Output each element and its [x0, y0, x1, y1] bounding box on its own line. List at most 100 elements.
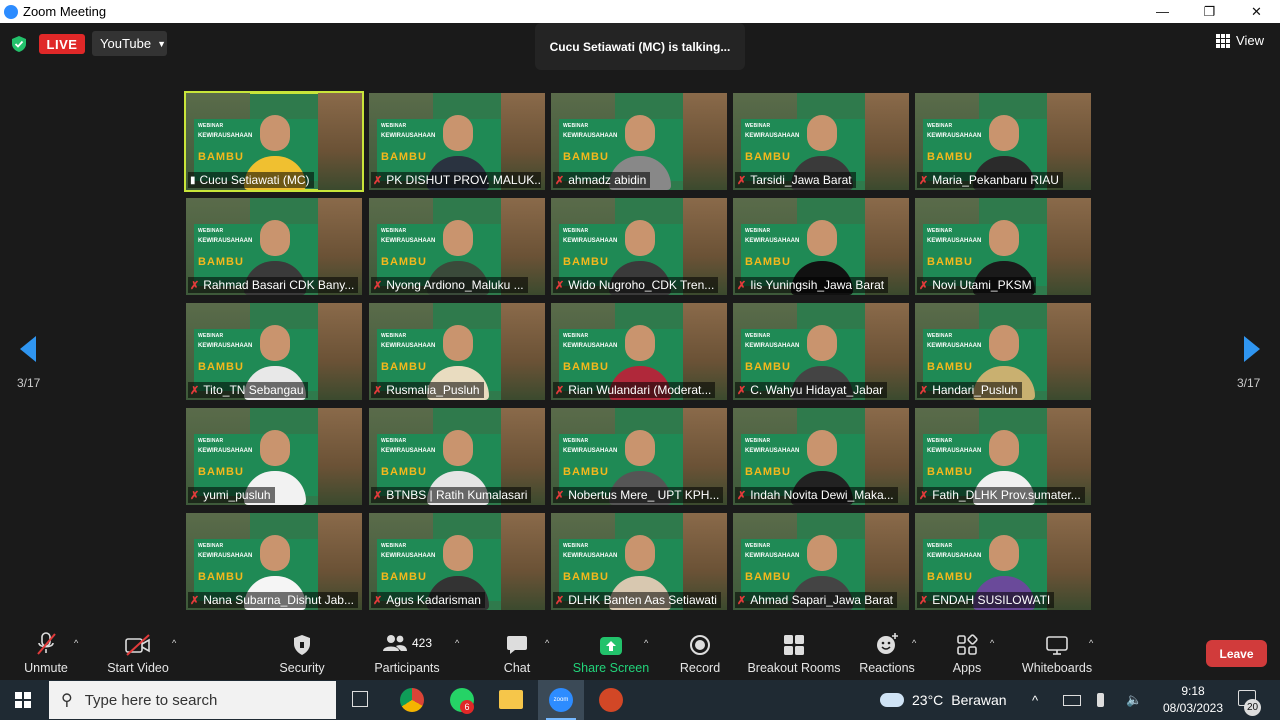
participants-chevron-icon[interactable]: ^	[455, 638, 459, 648]
participant-tile[interactable]: WEBINAR KEWIRAUSAHAAN BAMBU ✗ Ahmad Sapari_J…	[733, 513, 909, 610]
participant-tile[interactable]: WEBINAR KEWIRAUSAHAAN BAMBU ✗ Novi Utami_PKS…	[915, 198, 1091, 295]
notification-count: 20	[1244, 699, 1261, 716]
banner-big: BAMBU	[927, 151, 973, 163]
file-explorer-icon[interactable]	[499, 690, 523, 709]
share-screen-button[interactable]: Share Screen	[572, 630, 650, 680]
apps-chevron-icon[interactable]: ^	[990, 638, 994, 648]
system-clock[interactable]: 9:18 08/03/2023	[1150, 683, 1236, 717]
banner-small: WEBINAR	[381, 123, 407, 129]
participant-name: Iis Yuningsih_Jawa Barat	[750, 278, 885, 292]
banner-mid: KEWIRAUSAHAAN	[745, 238, 800, 244]
shield-check-icon[interactable]	[12, 36, 26, 52]
microphone-muted-icon: ✗	[919, 489, 929, 502]
participant-tile[interactable]: WEBINAR KEWIRAUSAHAAN BAMBU ✗ ENDAH SUSILOWA…	[915, 513, 1091, 610]
microphone-muted-icon: ✗	[737, 279, 747, 292]
participant-tile[interactable]: WEBINAR KEWIRAUSAHAAN BAMBU ▮ Cucu Setiawati…	[184, 91, 364, 192]
banner-small: WEBINAR	[927, 228, 953, 234]
leave-button[interactable]: Leave	[1206, 640, 1267, 667]
participant-tile[interactable]: WEBINAR KEWIRAUSAHAAN BAMBU ✗ Wido Nugroho_C…	[551, 198, 727, 295]
participants-button[interactable]: 423 Participants	[372, 630, 442, 680]
chat-chevron-icon[interactable]: ^	[545, 638, 549, 648]
participant-tile[interactable]: WEBINAR KEWIRAUSAHAAN BAMBU ✗ Rusmalia_Puslu…	[369, 303, 545, 400]
temperature: 23°C	[912, 692, 944, 708]
security-button[interactable]: Security	[277, 630, 327, 680]
speaker-icon[interactable]: 🔈	[1126, 680, 1142, 720]
participant-tile[interactable]: WEBINAR KEWIRAUSAHAAN BAMBU ✗ Nana Subarna_D…	[186, 513, 362, 610]
banner-mid: KEWIRAUSAHAAN	[198, 553, 253, 559]
participant-tile[interactable]: WEBINAR KEWIRAUSAHAAN BAMBU ✗ Indah Novita D…	[733, 408, 909, 505]
participant-tile[interactable]: WEBINAR KEWIRAUSAHAAN BAMBU ✗ Fatih_DLHK Pro…	[915, 408, 1091, 505]
reactions-chevron-icon[interactable]: ^	[912, 638, 916, 648]
participant-tile[interactable]: WEBINAR KEWIRAUSAHAAN BAMBU ✗ Handari_Pusluh	[915, 303, 1091, 400]
audio-options-chevron-icon[interactable]: ^	[74, 638, 78, 648]
search-placeholder: Type here to search	[84, 691, 218, 709]
banner-big: BAMBU	[198, 151, 244, 163]
weather-widget[interactable]: 23°C Berawan	[880, 680, 1007, 720]
participant-head	[625, 115, 655, 151]
participant-name: Maria_Pekanbaru RIAU	[932, 173, 1059, 187]
battery-icon[interactable]	[1063, 680, 1081, 720]
task-view-icon[interactable]	[352, 691, 368, 707]
share-chevron-icon[interactable]: ^	[644, 638, 648, 648]
microphone-muted-icon: ✗	[190, 384, 200, 397]
participant-tile[interactable]: WEBINAR KEWIRAUSAHAAN BAMBU ✗ ahmadz abidin	[551, 93, 727, 190]
microphone-muted-icon: ✗	[373, 594, 383, 607]
participant-tile[interactable]: WEBINAR KEWIRAUSAHAAN BAMBU ✗ C. Wahyu Hiday…	[733, 303, 909, 400]
zoom-taskbar-button[interactable]: zoom	[538, 680, 584, 720]
previous-page-icon[interactable]	[20, 336, 36, 362]
participant-tile[interactable]: WEBINAR KEWIRAUSAHAAN BAMBU ✗ Nobertus Mere_…	[551, 408, 727, 505]
unmute-button[interactable]: Unmute	[22, 630, 70, 680]
banner-small: WEBINAR	[745, 543, 771, 549]
banner-small: WEBINAR	[927, 333, 953, 339]
usb-icon[interactable]	[1097, 680, 1104, 720]
apps-button[interactable]: Apps	[950, 630, 984, 680]
maximize-button[interactable]: ❐	[1186, 0, 1233, 23]
microphone-muted-icon: ✗	[555, 489, 565, 502]
participant-tile[interactable]: WEBINAR KEWIRAUSAHAAN BAMBU ✗ BTNBS | Ratih …	[369, 408, 545, 505]
participant-tile[interactable]: WEBINAR KEWIRAUSAHAAN BAMBU ✗ Rahmad Basari …	[186, 198, 362, 295]
start-video-button[interactable]: Start Video	[105, 630, 171, 680]
whiteboards-button[interactable]: Whiteboards	[1020, 630, 1094, 680]
taskbar-search-input[interactable]: ⚲ Type here to search	[49, 681, 336, 719]
windows-start-icon[interactable]	[15, 692, 31, 708]
participant-tile[interactable]: WEBINAR KEWIRAUSAHAAN BAMBU ✗ yumi_pusluh	[186, 408, 362, 505]
banner-big: BAMBU	[198, 361, 244, 373]
chat-button[interactable]: Chat	[502, 630, 532, 680]
powerpoint-icon[interactable]	[599, 688, 623, 712]
grid-view-icon	[1216, 33, 1231, 48]
record-button[interactable]: Record	[680, 630, 720, 680]
participant-tile[interactable]: WEBINAR KEWIRAUSAHAAN BAMBU ✗ Iis Yuningsih_…	[733, 198, 909, 295]
banner-mid: KEWIRAUSAHAAN	[745, 343, 800, 349]
participant-tile[interactable]: WEBINAR KEWIRAUSAHAAN BAMBU ✗ Tito_TN Sebang…	[186, 303, 362, 400]
microphone-muted-icon: ✗	[919, 594, 929, 607]
participant-tile[interactable]: WEBINAR KEWIRAUSAHAAN BAMBU ✗ Maria_Pekanbar…	[915, 93, 1091, 190]
participant-head	[625, 220, 655, 256]
banner-mid: KEWIRAUSAHAAN	[381, 553, 436, 559]
live-badge[interactable]: LIVE	[39, 34, 85, 54]
participant-tile[interactable]: WEBINAR KEWIRAUSAHAAN BAMBU ✗ Nyong Ardiono_…	[369, 198, 545, 295]
participant-tile[interactable]: WEBINAR KEWIRAUSAHAAN BAMBU ✗ Rian Wulandari…	[551, 303, 727, 400]
participant-tile[interactable]: WEBINAR KEWIRAUSAHAAN BAMBU ✗ Tarsidi_Jawa B…	[733, 93, 909, 190]
video-options-chevron-icon[interactable]: ^	[172, 638, 176, 648]
next-page-icon[interactable]	[1244, 336, 1260, 362]
share-screen-label: Share Screen	[572, 661, 650, 675]
participant-tile[interactable]: WEBINAR KEWIRAUSAHAAN BAMBU ✗ PK DISHUT PROV…	[369, 93, 545, 190]
view-button[interactable]: View	[1216, 33, 1264, 48]
participant-tile[interactable]: WEBINAR KEWIRAUSAHAAN BAMBU ✗ Agus Kadarisma…	[369, 513, 545, 610]
microphone-muted-icon: ✗	[555, 384, 565, 397]
participant-name: Novi Utami_PKSM	[932, 278, 1032, 292]
minimize-button[interactable]: —	[1139, 0, 1186, 23]
participant-tile[interactable]: WEBINAR KEWIRAUSAHAAN BAMBU ✗ DLHK Banten Aa…	[551, 513, 727, 610]
whiteboards-chevron-icon[interactable]: ^	[1089, 638, 1093, 648]
banner-big: BAMBU	[927, 466, 973, 478]
tray-overflow-chevron-icon[interactable]: ^	[1032, 680, 1038, 720]
chrome-icon[interactable]	[400, 688, 424, 712]
reactions-button[interactable]: Reactions	[859, 630, 915, 680]
meeting-toolbar: Unmute ^ Start Video ^ Security 423 Part…	[0, 630, 1280, 680]
security-label: Security	[279, 661, 325, 675]
participant-name: ENDAH SUSILOWATI	[932, 593, 1051, 607]
stream-platform-dropdown[interactable]: YouTube ▼	[92, 31, 167, 56]
close-button[interactable]: ✕	[1233, 0, 1280, 23]
speaking-icon: ▮	[190, 174, 196, 186]
breakout-rooms-button[interactable]: Breakout Rooms	[747, 630, 841, 680]
